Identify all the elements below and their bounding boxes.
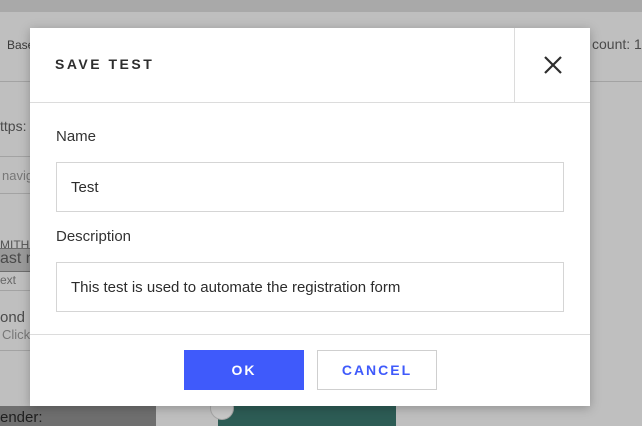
background-divider: [0, 193, 30, 194]
background-divider: [0, 290, 30, 291]
dialog-title: SAVE TEST: [55, 56, 155, 72]
background-fragment-click: Click: [2, 327, 31, 342]
cancel-button[interactable]: CANCEL: [317, 350, 437, 390]
name-input[interactable]: [56, 162, 564, 212]
description-label: Description: [56, 228, 132, 245]
background-topbar: [0, 0, 642, 12]
ok-button[interactable]: OK: [184, 350, 304, 390]
save-test-dialog: SAVE TEST Name Description OK CANCEL: [30, 28, 590, 406]
background-count-label: count: 1: [592, 36, 642, 52]
name-label: Name: [56, 128, 97, 145]
background-divider: [0, 156, 30, 157]
dialog-header: SAVE TEST: [30, 28, 590, 103]
background-nav-placeholder: navig: [2, 168, 34, 183]
background-fragment-ond: ond: [0, 309, 26, 326]
background-url-fragment: ttps:: [0, 118, 27, 134]
background-fragment-ext: ext: [0, 273, 17, 287]
description-input[interactable]: [56, 262, 564, 312]
dialog-footer: OK CANCEL: [30, 334, 590, 406]
close-icon: [543, 56, 562, 74]
background-fragment-ender: ender:: [0, 409, 43, 426]
close-button[interactable]: [514, 28, 590, 102]
background-divider: [0, 350, 30, 351]
background-teal-panel: [218, 406, 396, 426]
